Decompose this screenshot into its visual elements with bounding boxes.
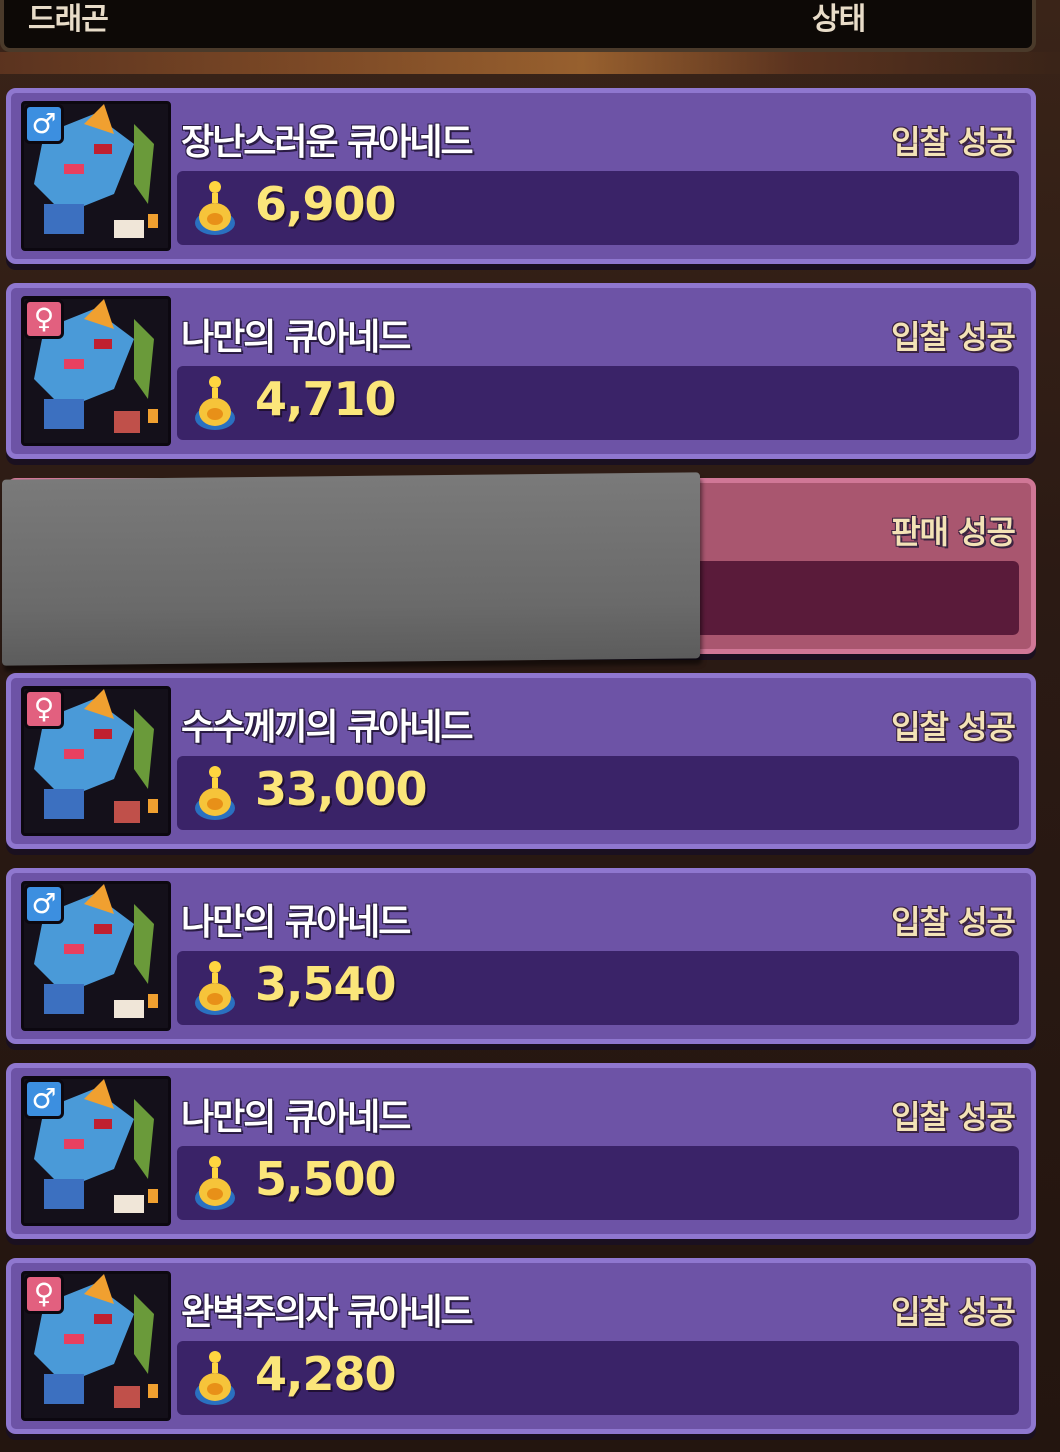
- dragon-thumbnail: ♀: [21, 1271, 171, 1421]
- auction-row[interactable]: ♀ 나만의 큐아네드 입찰 성공 4,710: [6, 283, 1036, 459]
- male-symbol-icon: ♂: [24, 884, 64, 924]
- gold-coin-stack-icon: [195, 1156, 235, 1210]
- auction-row[interactable]: ♂ 장난스러운 큐아네드 입찰 성공 6,900: [6, 88, 1036, 264]
- auction-history-screen: 드래곤 상태 ♂ 장난스러운 큐아네드 입찰 성공 6,900 ♀ 나만의 큐아…: [0, 0, 1060, 1452]
- bid-price: 6,900: [255, 177, 397, 231]
- female-symbol-icon: ♀: [24, 299, 64, 339]
- bid-price: 4,710: [255, 372, 397, 426]
- gold-coin-stack-icon: [195, 961, 235, 1015]
- bid-price: 5,500: [255, 1152, 397, 1206]
- auction-row[interactable]: ♂ 나만의 큐아네드 입찰 성공 3,540: [6, 868, 1036, 1044]
- price-box: 33,000: [177, 756, 1019, 830]
- dragon-thumbnail: ♀: [21, 686, 171, 836]
- gold-coin-stack-icon: [195, 766, 235, 820]
- header-decor-strip: [0, 52, 1060, 74]
- dragon-name: 완벽주의자 큐아네드: [181, 1292, 474, 1333]
- dragon-name: 나만의 큐아네드: [181, 1097, 411, 1138]
- female-symbol-icon: ♀: [24, 689, 64, 729]
- status-label: 판매 성공: [891, 513, 1016, 551]
- dragon-thumbnail: ♂: [21, 881, 171, 1031]
- dragon-thumbnail: ♀: [21, 296, 171, 446]
- dragon-name: 나만의 큐아네드: [181, 902, 411, 943]
- status-label: 입찰 성공: [891, 318, 1016, 356]
- female-symbol-icon: ♀: [24, 1274, 64, 1314]
- header-dragon-column: 드래곤: [28, 2, 109, 37]
- gold-coin-stack-icon: [195, 181, 235, 235]
- price-box: 4,280: [177, 1341, 1019, 1415]
- dragon-name: 장난스러운 큐아네드: [181, 122, 474, 163]
- bid-price: 3,540: [255, 957, 397, 1011]
- status-label: 입찰 성공: [891, 1098, 1016, 1136]
- redaction-overlay: [2, 472, 700, 666]
- list-header: 드래곤 상태: [0, 0, 1036, 52]
- price-box: 4,710: [177, 366, 1019, 440]
- bid-price: 33,000: [255, 762, 428, 816]
- status-label: 입찰 성공: [891, 903, 1016, 941]
- gold-coin-stack-icon: [195, 1351, 235, 1405]
- status-label: 입찰 성공: [891, 1293, 1016, 1331]
- auction-row[interactable]: ♂ 나만의 큐아네드 입찰 성공 5,500: [6, 1063, 1036, 1239]
- male-symbol-icon: ♂: [24, 1079, 64, 1119]
- dragon-name: 수수께끼의 큐아네드: [181, 707, 474, 748]
- gold-coin-stack-icon: [195, 376, 235, 430]
- status-label: 입찰 성공: [891, 123, 1016, 161]
- auction-row[interactable]: ♀ 수수께끼의 큐아네드 입찰 성공 33,000: [6, 673, 1036, 849]
- male-symbol-icon: ♂: [24, 104, 64, 144]
- bid-price: 4,280: [255, 1347, 397, 1401]
- price-box: 3,540: [177, 951, 1019, 1025]
- dragon-name: 나만의 큐아네드: [181, 317, 411, 358]
- dragon-thumbnail: ♂: [21, 101, 171, 251]
- price-box: 6,900: [177, 171, 1019, 245]
- dragon-thumbnail: ♂: [21, 1076, 171, 1226]
- status-label: 입찰 성공: [891, 708, 1016, 746]
- header-status-column: 상태: [812, 2, 866, 37]
- price-box: 5,500: [177, 1146, 1019, 1220]
- auction-row[interactable]: ♀ 완벽주의자 큐아네드 입찰 성공 4,280: [6, 1258, 1036, 1434]
